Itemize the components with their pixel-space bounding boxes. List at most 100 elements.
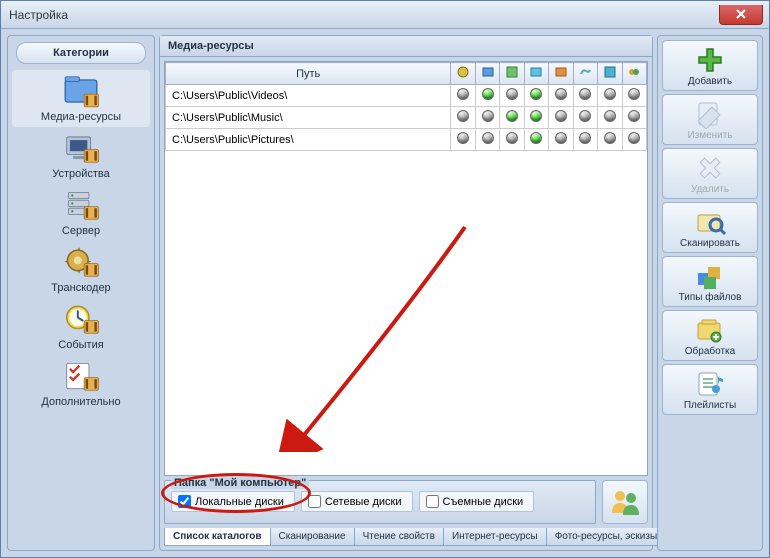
cell-flag[interactable]: [549, 107, 573, 129]
scan-button[interactable]: Сканировать: [662, 202, 758, 253]
cell-flag[interactable]: [500, 129, 524, 151]
users-icon: [609, 487, 641, 517]
cell-flag[interactable]: [500, 85, 524, 107]
column-icon-4[interactable]: [524, 63, 548, 85]
playlists-button[interactable]: Плейлисты: [662, 364, 758, 415]
events-icon: [62, 301, 100, 337]
sidebar-item-transcoder[interactable]: Транскодер: [12, 241, 150, 298]
tab[interactable]: Список каталогов: [164, 528, 271, 546]
cell-flag[interactable]: [451, 129, 475, 151]
local-disks-input[interactable]: [178, 495, 191, 508]
cell-flag[interactable]: [500, 107, 524, 129]
edit-button[interactable]: Изменить: [662, 94, 758, 145]
local-disks-checkbox[interactable]: Локальные диски: [171, 491, 295, 512]
cell-flag[interactable]: [475, 129, 499, 151]
sidebar-item-label: Транскодер: [12, 282, 150, 294]
cell-flag[interactable]: [598, 107, 622, 129]
sidebar-item-devices[interactable]: Устройства: [12, 127, 150, 184]
filetypes-button[interactable]: Типы файлов: [662, 256, 758, 307]
column-icon-1[interactable]: [451, 63, 475, 85]
cell-flag[interactable]: [573, 129, 597, 151]
edit-label: Изменить: [665, 130, 755, 141]
led-off-icon: [457, 88, 469, 100]
add-button[interactable]: Добавить: [662, 40, 758, 91]
edit-icon: [694, 99, 726, 129]
cell-flag[interactable]: [524, 107, 548, 129]
sidebar-item-additional[interactable]: Дополнительно: [12, 355, 150, 412]
cell-flag[interactable]: [475, 85, 499, 107]
table-row[interactable]: C:\Users\Public\Videos\: [166, 85, 647, 107]
column-icon-3[interactable]: [500, 63, 524, 85]
led-on-icon: [530, 88, 542, 100]
sidebar: Категории Медиа-ресурсы Устройства Серве…: [7, 35, 155, 551]
main-panel: Медиа-ресурсы Путь: [159, 35, 653, 551]
cell-flag[interactable]: [622, 85, 647, 107]
table-row[interactable]: C:\Users\Public\Pictures\: [166, 129, 647, 151]
cell-flag[interactable]: [573, 85, 597, 107]
led-off-icon: [482, 132, 494, 144]
sidebar-item-events[interactable]: События: [12, 298, 150, 355]
table-row[interactable]: C:\Users\Public\Music\: [166, 107, 647, 129]
cell-flag[interactable]: [549, 85, 573, 107]
column-icon-5[interactable]: [549, 63, 573, 85]
sidebar-item-label: Медиа-ресурсы: [12, 111, 150, 123]
tabs: Список каталоговСканированиеЧтение свойс…: [164, 528, 648, 546]
led-on-icon: [530, 110, 542, 122]
tab[interactable]: Сканирование: [270, 528, 355, 546]
sidebar-header: Категории: [16, 42, 146, 64]
media-resources-icon: [62, 73, 100, 109]
removable-disks-input[interactable]: [426, 495, 439, 508]
led-on-icon: [482, 88, 494, 100]
led-off-icon: [457, 132, 469, 144]
additional-icon: [62, 358, 100, 394]
tab[interactable]: Интернет-ресурсы: [443, 528, 547, 546]
led-on-icon: [530, 132, 542, 144]
playlists-icon: [694, 369, 726, 399]
network-disks-input[interactable]: [308, 495, 321, 508]
tab[interactable]: Чтение свойств: [354, 528, 444, 546]
process-label: Обработка: [665, 346, 755, 357]
led-off-icon: [506, 132, 518, 144]
process-button[interactable]: Обработка: [662, 310, 758, 361]
close-button[interactable]: [719, 5, 763, 25]
annotation-arrow: [275, 222, 475, 452]
column-icon-7[interactable]: [598, 63, 622, 85]
column-icon-6[interactable]: [573, 63, 597, 85]
devices-icon: [62, 130, 100, 166]
cell-flag[interactable]: [524, 85, 548, 107]
filetypes-label: Типы файлов: [665, 292, 755, 303]
cell-flag[interactable]: [598, 85, 622, 107]
led-off-icon: [604, 88, 616, 100]
cell-flag[interactable]: [524, 129, 548, 151]
column-icon-2[interactable]: [475, 63, 499, 85]
led-off-icon: [579, 88, 591, 100]
cell-flag[interactable]: [451, 85, 475, 107]
led-on-icon: [506, 110, 518, 122]
server-icon: [62, 187, 100, 223]
users-button[interactable]: [602, 480, 648, 524]
led-off-icon: [628, 88, 640, 100]
cell-flag[interactable]: [622, 107, 647, 129]
cell-flag[interactable]: [451, 107, 475, 129]
removable-disks-label: Съемные диски: [443, 496, 524, 508]
delete-button[interactable]: Удалить: [662, 148, 758, 199]
network-disks-checkbox[interactable]: Сетевые диски: [301, 491, 413, 512]
cell-flag[interactable]: [598, 129, 622, 151]
cell-flag[interactable]: [622, 129, 647, 151]
cell-flag[interactable]: [475, 107, 499, 129]
sidebar-item-media[interactable]: Медиа-ресурсы: [12, 70, 150, 127]
led-off-icon: [555, 110, 567, 122]
folder-group: Папка "Мой компьютер" Локальные диски Се…: [164, 480, 596, 524]
cell-flag[interactable]: [573, 107, 597, 129]
sidebar-item-label: Сервер: [12, 225, 150, 237]
sidebar-item-label: События: [12, 339, 150, 351]
cell-flag[interactable]: [549, 129, 573, 151]
column-icon-8[interactable]: [622, 63, 647, 85]
sidebar-item-server[interactable]: Сервер: [12, 184, 150, 241]
column-path[interactable]: Путь: [166, 63, 451, 85]
led-off-icon: [555, 132, 567, 144]
led-off-icon: [628, 110, 640, 122]
playlists-label: Плейлисты: [665, 400, 755, 411]
tab[interactable]: Фото-ресурсы, эскизы: [546, 528, 666, 546]
removable-disks-checkbox[interactable]: Съемные диски: [419, 491, 535, 512]
